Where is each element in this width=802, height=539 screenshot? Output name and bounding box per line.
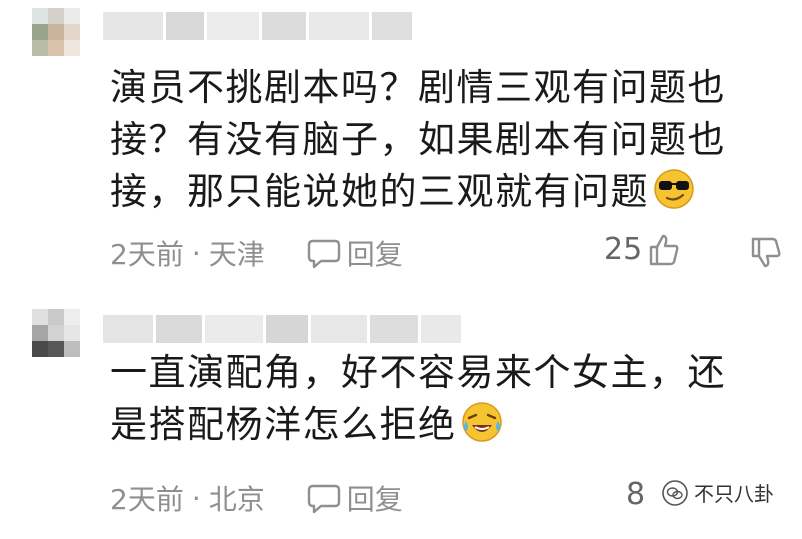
like-button[interactable]: 25	[604, 232, 680, 267]
separator-dot: ·	[191, 481, 201, 515]
comment-text: 演员不挑剧本吗？剧情三观有问题也 接？有没有脑子，如果剧本有问题也 接，那只能说…	[110, 66, 726, 213]
comment-item: 演员不挑剧本吗？剧情三观有问题也 接？有没有脑子，如果剧本有问题也 接，那只能说…	[0, 0, 802, 285]
reply-label: 回复	[346, 483, 403, 516]
avatar-blurred[interactable]	[32, 309, 80, 357]
separator-dot: ·	[191, 236, 201, 270]
comment-location: 北京	[208, 483, 265, 516]
comment-time: 2天前	[110, 483, 184, 516]
thumbs-up-icon	[649, 234, 679, 265]
thumbs-down-icon	[751, 237, 781, 268]
comment-bubble-icon	[307, 239, 340, 269]
watermark-label: 不只八卦	[694, 482, 774, 506]
like-count: 25	[604, 232, 643, 267]
wechat-logo-icon	[662, 479, 688, 506]
sunglasses-emoji-icon	[654, 169, 694, 209]
comment-text: 一直演配角，好不容易来个女主，还 是搭配杨洋怎么拒绝	[110, 351, 726, 446]
reply-button[interactable]: 回复	[307, 233, 403, 273]
username-blurred[interactable]	[103, 12, 412, 40]
avatar-blurred[interactable]	[32, 8, 80, 56]
laughing-crying-emoji-icon	[461, 402, 502, 442]
comment-meta: 2天前 · 天津 回复	[110, 233, 403, 273]
username-blurred[interactable]	[103, 315, 461, 343]
comment-bubble-icon	[307, 484, 340, 514]
comment-meta: 2天前 · 北京 回复	[110, 478, 403, 518]
dislike-button[interactable]	[750, 235, 784, 273]
reply-button[interactable]: 回复	[307, 478, 403, 518]
comment-time: 2天前	[110, 238, 184, 271]
comment-location: 天津	[208, 238, 265, 271]
watermark: 不只八卦	[662, 478, 774, 507]
reply-label: 回复	[346, 238, 403, 271]
like-count: 8	[626, 477, 646, 512]
like-button[interactable]: 8	[626, 477, 645, 512]
